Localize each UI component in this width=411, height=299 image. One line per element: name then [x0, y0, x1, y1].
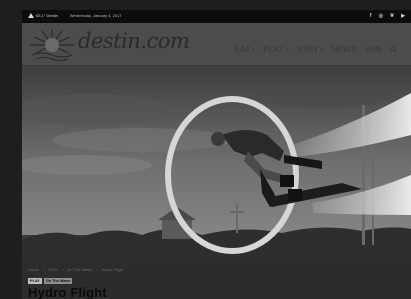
site-logo-text[interactable]: destin.com	[78, 29, 190, 53]
breadcrumb-separator: ›	[61, 267, 64, 272]
nav-item-play[interactable]: PLAY˅	[263, 44, 289, 54]
top-bar: 63.1° Destin Wednesday, January 4, 2017 …	[22, 10, 411, 23]
current-date: Wednesday, January 4, 2017	[69, 13, 122, 18]
twitter-icon[interactable]: ❦	[390, 13, 394, 19]
tag-on-the-water[interactable]: On The Water	[43, 278, 73, 284]
weather-text: 63.1° Destin	[36, 13, 58, 18]
sun-logo-icon[interactable]	[28, 27, 76, 61]
nav-item-stay[interactable]: STAY˅	[297, 44, 323, 54]
breadcrumb: Home › PLAY › On The Water › Hydro Fligh…	[28, 267, 123, 272]
weather-widget: 63.1° Destin	[28, 13, 58, 18]
hero-image	[22, 65, 411, 258]
breadcrumb-on-the-water[interactable]: On The Water	[67, 267, 92, 272]
breadcrumb-play[interactable]: PLAY	[48, 267, 58, 272]
site-header: destin.com EAT˅ PLAY˅ STAY˅ NEWS WIN	[22, 23, 411, 65]
article-title: Hydro Flight	[28, 285, 107, 299]
article-header: Home › PLAY › On The Water › Hydro Fligh…	[22, 258, 411, 299]
tag-play[interactable]: PLAY	[28, 278, 42, 284]
youtube-icon[interactable]: ▶	[401, 13, 405, 19]
breadcrumb-current: Hydro Flight	[101, 267, 124, 272]
main-nav: EAT˅ PLAY˅ STAY˅ NEWS WIN	[234, 44, 397, 54]
instagram-icon[interactable]: ◎	[379, 13, 383, 19]
search-icon[interactable]	[390, 45, 397, 53]
facebook-icon[interactable]: f	[370, 13, 372, 19]
breadcrumb-separator: ›	[96, 267, 98, 272]
nav-item-news[interactable]: NEWS	[331, 44, 357, 54]
breadcrumb-home[interactable]: Home	[28, 267, 39, 272]
breadcrumb-separator: ›	[42, 267, 45, 272]
nav-item-win[interactable]: WIN	[365, 44, 382, 54]
weather-icon	[28, 13, 34, 18]
nav-item-eat[interactable]: EAT˅	[234, 44, 255, 54]
category-tags: PLAY On The Water	[28, 278, 73, 284]
